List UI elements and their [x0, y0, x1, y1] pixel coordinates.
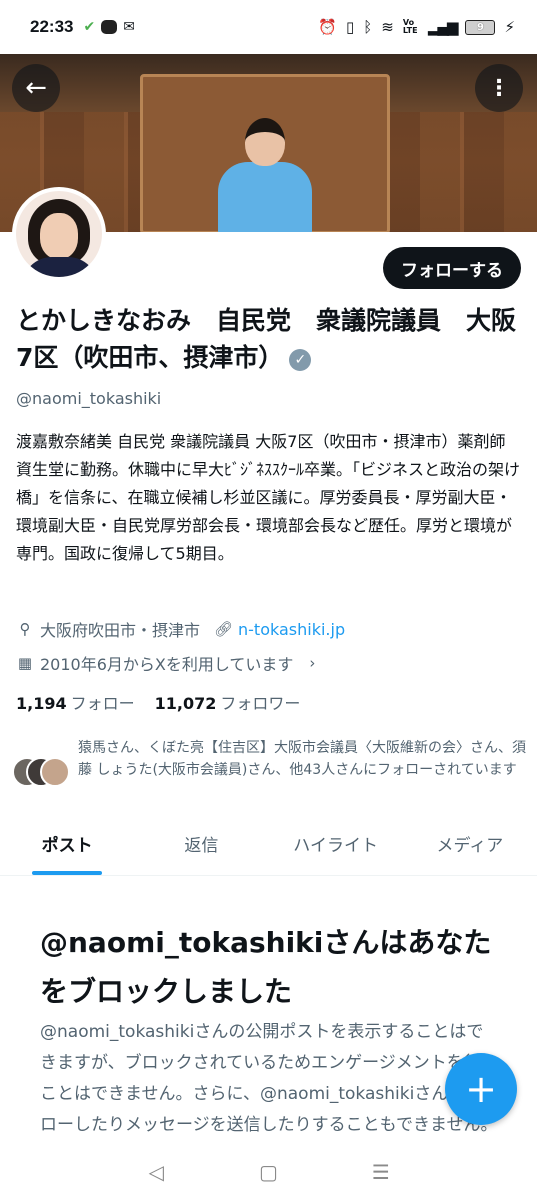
- vibrate-icon: ▯: [345, 18, 355, 36]
- status-bar: 22:33 ✔ ✉ ⏰ ▯ ᛒ ≋ Vo LTE ▂▄▆ 9 ⚡: [0, 0, 537, 54]
- signal-icon: ▂▄▆: [427, 18, 459, 36]
- charging-icon: ⚡: [504, 18, 515, 36]
- status-time: 22:33: [30, 17, 74, 36]
- mail-icon: ✉: [123, 19, 135, 35]
- following-label: フォロー: [70, 694, 135, 713]
- followers-you-know-text: 猿馬さん、くぼた亮【住吉区】大阪市会議員〈大阪維新の会〉さん、須藤 しょうた(大…: [78, 740, 526, 778]
- location-row: ⚲ 大阪府吹田市・摂津市 🔗︎ n-tokashiki.jp: [16, 617, 346, 641]
- bluetooth-icon: ᛒ: [363, 18, 373, 36]
- wifi-icon: ≋: [381, 18, 394, 36]
- joined-text: 2010年6月からXを利用しています: [40, 655, 294, 674]
- system-nav-bar: ◁ ▢ ☰: [0, 1145, 537, 1199]
- following-link[interactable]: 1,194 フォロー: [16, 690, 135, 714]
- nav-home-icon[interactable]: ▢: [248, 1160, 288, 1184]
- compose-button[interactable]: +: [445, 1053, 517, 1125]
- avatar[interactable]: [12, 187, 106, 281]
- plus-icon: +: [465, 1067, 497, 1111]
- status-right-icons: ⏰ ▯ ᛒ ≋ Vo LTE ▂▄▆ 9 ⚡: [318, 18, 515, 36]
- battery-icon: 9: [465, 19, 496, 35]
- profile-bio: 渡嘉敷奈緒美 自民党 衆議院議員 大阪7区（吹田市・摂津市）薬剤師 資生堂に勤務…: [16, 432, 521, 563]
- follow-button[interactable]: フォローする: [383, 247, 521, 289]
- status-left-icons: ✔ ✉: [83, 19, 134, 35]
- tab-media[interactable]: メディア: [403, 820, 537, 875]
- verified-badge-icon[interactable]: ✓: [289, 349, 312, 371]
- followers-you-know-avatars: [12, 757, 70, 793]
- followers-count: 11,072: [154, 694, 217, 713]
- check-icon: ✔: [83, 19, 96, 35]
- back-button[interactable]: ←: [12, 64, 60, 112]
- tab-highlights[interactable]: ハイライト: [269, 820, 403, 875]
- banner-speaker: [218, 116, 312, 232]
- blocked-body: @naomi_tokashikiさんの公開ポストを表示することはできますが、ブロ…: [40, 1022, 500, 1135]
- nav-back-icon[interactable]: ◁: [136, 1160, 176, 1184]
- alarm-icon: ⏰: [318, 18, 337, 36]
- more-vertical-icon: ⋮: [488, 75, 510, 101]
- follow-counts: 1,194 フォロー 11,072 フォロワー: [16, 690, 300, 714]
- line-icon: [101, 20, 118, 34]
- tab-posts[interactable]: ポスト: [0, 820, 134, 875]
- profile-tabs: ポスト 返信 ハイライト メディア: [0, 820, 537, 876]
- link-icon: 🔗︎: [214, 620, 234, 638]
- profile-name: とかしきなおみ 自民党 衆議院議員 大阪7区（吹田市、摂津市） ✓: [16, 302, 521, 376]
- volte-icon: Vo LTE: [402, 18, 418, 35]
- location-text: 大阪府吹田市・摂津市: [40, 621, 201, 640]
- followers-label: フォロワー: [220, 694, 301, 713]
- location-pin-icon: ⚲: [19, 620, 31, 638]
- tab-replies[interactable]: 返信: [134, 820, 268, 875]
- chevron-right-icon: ›: [309, 654, 316, 672]
- profile-name-text: とかしきなおみ 自民党 衆議院議員 大阪7区（吹田市、摂津市）: [16, 306, 517, 372]
- calendar-icon: ▦: [17, 654, 33, 672]
- followers-link[interactable]: 11,072 フォロワー: [155, 690, 301, 714]
- blocked-title: @naomi_tokashikiさんはあなたをブロックしました: [40, 926, 492, 1008]
- nav-recents-icon[interactable]: ☰: [361, 1160, 401, 1184]
- joined-row[interactable]: ▦ 2010年6月からXを利用しています ›: [16, 651, 321, 675]
- following-count: 1,194: [16, 694, 67, 713]
- profile-handle: @naomi_tokashiki: [16, 389, 162, 408]
- arrow-left-icon: ←: [25, 73, 47, 103]
- website-link[interactable]: n-tokashiki.jp: [238, 620, 345, 639]
- more-options-button[interactable]: ⋮: [475, 64, 523, 112]
- followers-you-know[interactable]: 猿馬さん、くぼた亮【住吉区】大阪市会議員〈大阪維新の会〉さん、須藤 しょうた(大…: [12, 737, 527, 793]
